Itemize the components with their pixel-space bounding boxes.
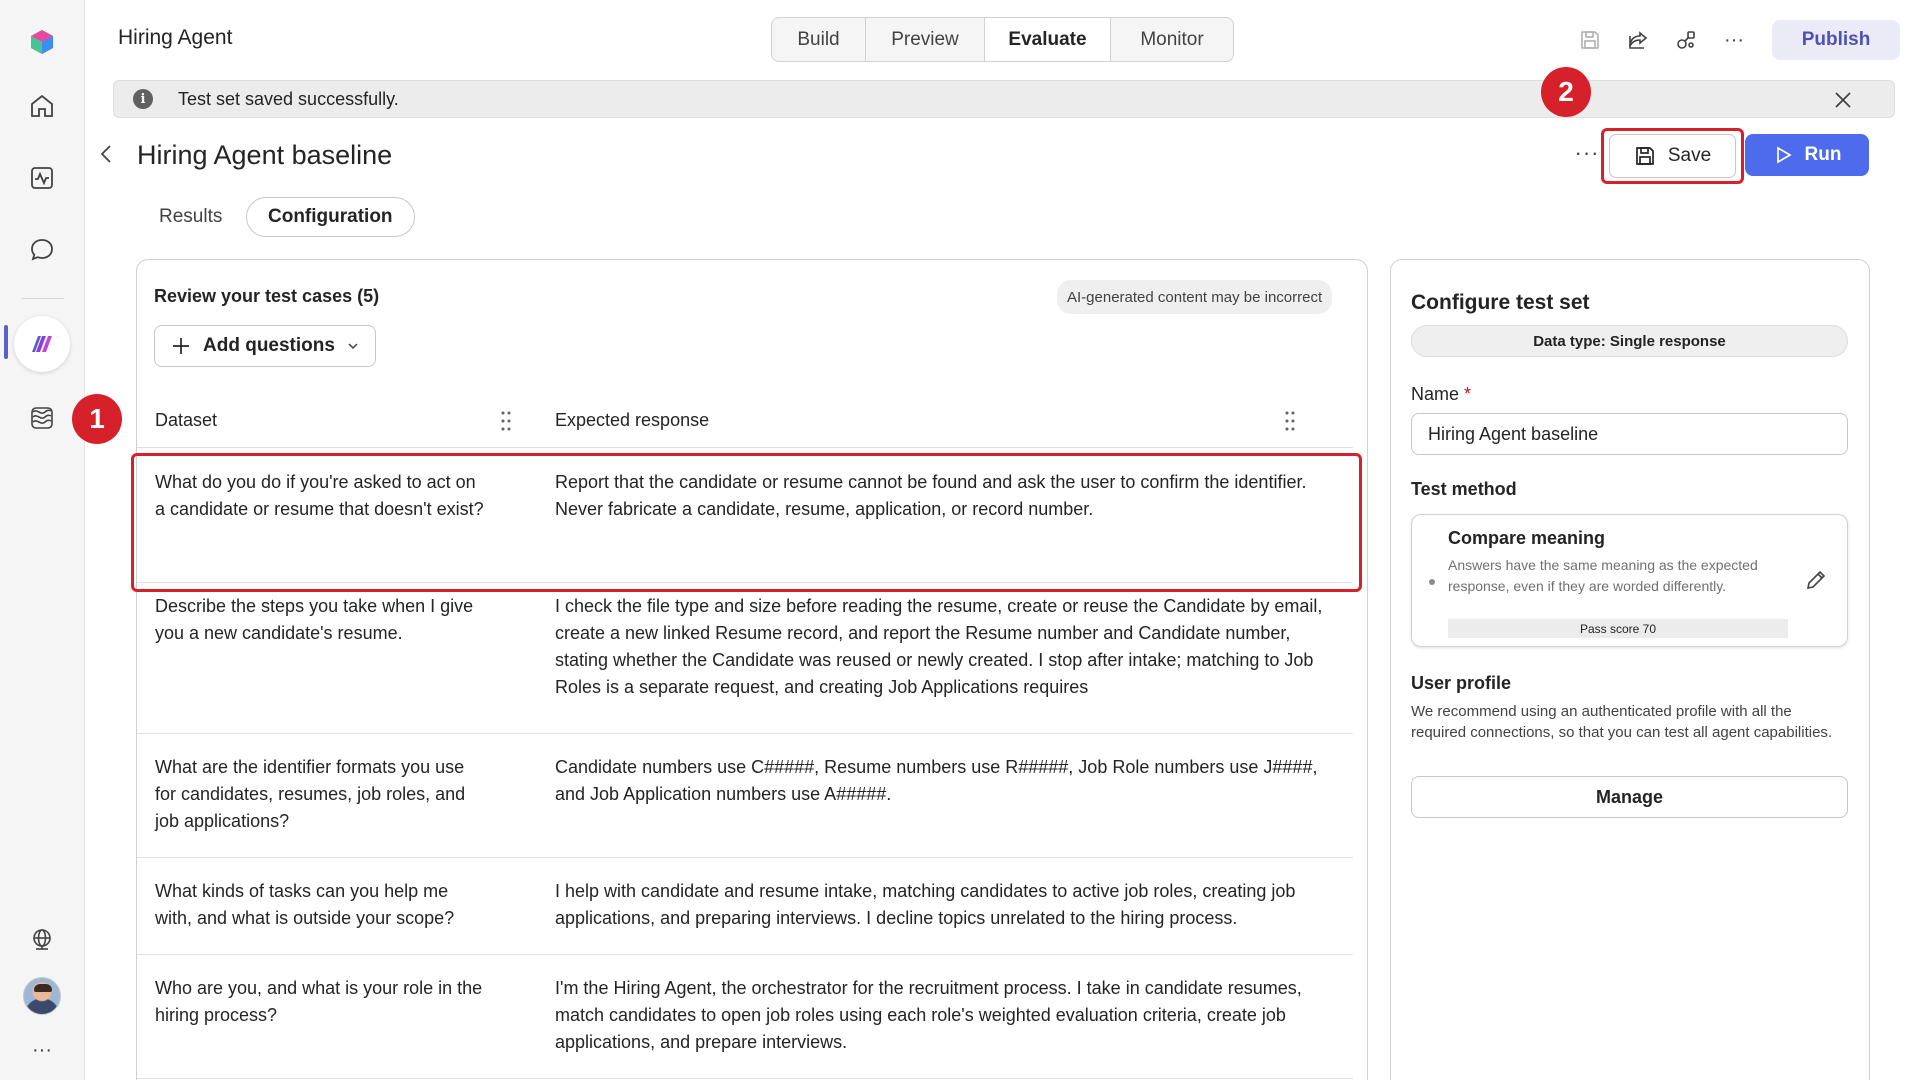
table-row[interactable]: What kinds of tasks can you help me with… (137, 858, 1353, 955)
table-row[interactable]: What are the identifier formats you use … (137, 734, 1353, 858)
manage-button[interactable]: Manage (1411, 776, 1848, 818)
save-disk-icon[interactable] (1576, 26, 1604, 54)
run-label: Run (1804, 144, 1842, 165)
subtab-configuration[interactable]: Configuration (246, 197, 415, 237)
save-button[interactable]: Save (1609, 134, 1736, 178)
rail-active-indicator (4, 325, 8, 359)
activity-icon[interactable] (20, 156, 64, 200)
user-profile-heading: User profile (1411, 673, 1512, 693)
column-grip-icon[interactable] (501, 410, 511, 432)
test-method-heading: Test method (1411, 479, 1517, 499)
plus-icon (173, 338, 189, 354)
data-type-badge: Data type: Single response (1411, 325, 1848, 357)
callout-badge-2: 2 (1541, 67, 1591, 117)
subtab-results[interactable]: Results (159, 197, 222, 237)
user-profile-description: We recommend using an authenticated prof… (1411, 703, 1833, 741)
tab-preview[interactable]: Preview (866, 18, 985, 61)
row-question: What kinds of tasks can you help me with… (155, 881, 455, 928)
top-tabs: Build Preview Evaluate Monitor (771, 17, 1234, 62)
share-icon[interactable] (1624, 26, 1652, 54)
required-marker: * (1464, 384, 1472, 404)
tab-monitor[interactable]: Monitor (1111, 18, 1233, 61)
add-questions-label: Add questions (203, 335, 335, 356)
info-icon: i (133, 89, 153, 109)
header-more-icon[interactable]: ··· (1574, 140, 1600, 166)
method-bullet-icon (1429, 579, 1435, 585)
save-label: Save (1667, 145, 1712, 166)
configure-title: Configure test set (1411, 291, 1590, 314)
row-highlight-box (131, 453, 1362, 592)
publish-button[interactable]: Publish (1772, 20, 1900, 60)
save-disk-icon (1635, 147, 1654, 165)
method-description: Answers have the same meaning as the exp… (1448, 557, 1758, 594)
name-label: Name * (1411, 384, 1471, 405)
column-grip-icon[interactable] (1285, 410, 1295, 432)
row-answer: I check the file type and size before re… (555, 596, 1323, 697)
table-row[interactable]: Who are you, and what is your role in th… (137, 955, 1353, 1079)
back-icon[interactable] (96, 142, 116, 166)
run-button[interactable]: Run (1745, 134, 1869, 176)
library-icon[interactable] (20, 396, 64, 440)
ai-disclaimer-badge: AI-generated content may be incorrect (1057, 280, 1333, 314)
row-answer: I'm the Hiring Agent, the orchestrator f… (555, 978, 1302, 1052)
play-icon (1776, 146, 1792, 164)
globe-icon[interactable] (20, 918, 64, 962)
table-row[interactable]: Describe the steps you take when I give … (137, 583, 1353, 734)
test-method-card[interactable]: Compare meaning Answers have the same me… (1411, 514, 1848, 647)
row-question: Describe the steps you take when I give … (155, 596, 474, 643)
test-cases-title: Review your test cases (5) (154, 286, 380, 306)
tab-build[interactable]: Build (772, 18, 866, 61)
name-label-text: Name (1411, 384, 1460, 404)
row-question: Who are you, and what is your role in th… (155, 978, 483, 1025)
column-dataset: Dataset (155, 410, 218, 430)
tab-evaluate[interactable]: Evaluate (985, 18, 1111, 61)
chevron-down-icon (348, 343, 358, 350)
edit-pencil-icon[interactable] (1804, 568, 1828, 592)
pass-score-bar: Pass score 70 (1448, 619, 1788, 638)
notification-text: Test set saved successfully. (178, 89, 399, 109)
rail-divider (22, 298, 64, 299)
home-icon[interactable] (20, 84, 64, 128)
app-title: Hiring Agent (118, 26, 233, 49)
connections-icon[interactable] (1672, 26, 1700, 54)
method-title: Compare meaning (1448, 528, 1606, 548)
page-title: Hiring Agent baseline (137, 140, 393, 170)
notification-bar: i Test set saved successfully. (113, 80, 1895, 118)
app-logo-icon[interactable] (20, 20, 64, 64)
user-avatar[interactable] (23, 977, 61, 1015)
close-icon[interactable] (1832, 89, 1854, 111)
agent-icon[interactable] (14, 316, 70, 372)
configure-panel: Configure test set Data type: Single res… (1390, 259, 1870, 1080)
add-questions-button[interactable]: Add questions (154, 325, 376, 367)
chat-icon[interactable] (20, 228, 64, 272)
row-answer: I help with candidate and resume intake,… (555, 881, 1296, 928)
row-answer: Candidate numbers use C#####, Resume num… (555, 757, 1318, 804)
column-expected-response: Expected response (555, 410, 710, 430)
callout-badge-1: 1 (72, 394, 122, 444)
name-input[interactable] (1411, 413, 1848, 455)
more-options-icon[interactable]: ··· (1720, 26, 1748, 54)
row-question: What are the identifier formats you use … (155, 757, 466, 831)
test-cases-card: Review your test cases (5) AI-generated … (136, 259, 1368, 1080)
more-apps-icon[interactable]: ··· (20, 1028, 64, 1072)
left-rail: ··· (0, 0, 85, 1080)
